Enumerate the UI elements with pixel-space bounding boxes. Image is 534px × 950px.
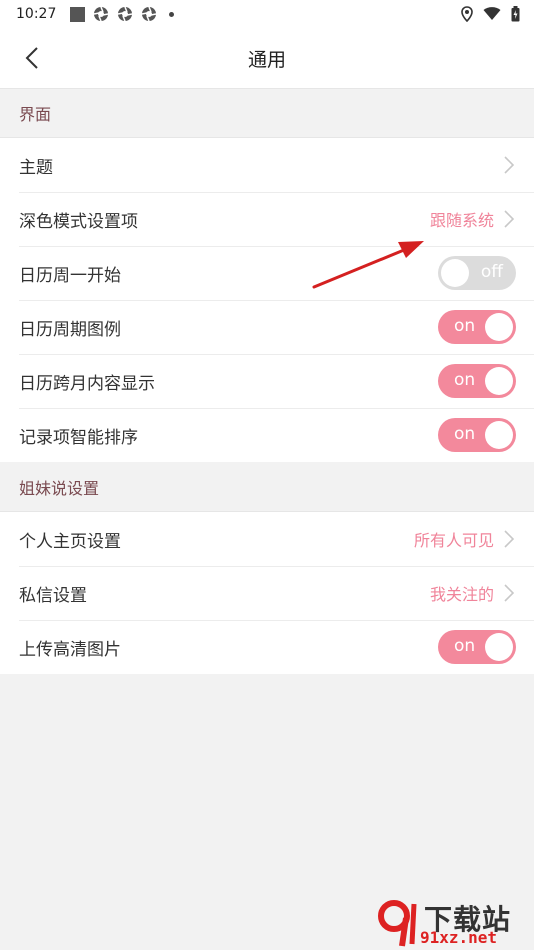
aperture-icon xyxy=(94,6,109,22)
toggle-state-text: off xyxy=(480,262,503,282)
toggle-knob xyxy=(485,313,513,341)
aperture-icon xyxy=(142,6,157,22)
row-label: 记录项智能排序 xyxy=(19,427,138,448)
settings-row-dark-mode[interactable]: 深色模式设置项 跟随系统 xyxy=(0,192,534,246)
settings-row-profile-page[interactable]: 个人主页设置 所有人可见 xyxy=(0,512,534,566)
wifi-icon xyxy=(483,7,501,21)
more-notifications-dot-icon xyxy=(169,11,175,17)
row-label: 日历周一开始 xyxy=(19,265,121,286)
settings-row-theme[interactable]: 主题 xyxy=(0,138,534,192)
chevron-left-icon xyxy=(25,47,38,69)
status-time: 10:27 xyxy=(16,6,57,22)
row-label: 个人主页设置 xyxy=(19,531,121,552)
watermark-91-icon xyxy=(378,900,417,947)
settings-row-cross-month-display: 日历跨月内容显示 on xyxy=(0,354,534,408)
toggle-knob xyxy=(485,367,513,395)
watermark-url: 91xz.net xyxy=(420,928,498,947)
toggle-switch[interactable]: on xyxy=(438,364,516,398)
toggle-state-text: on xyxy=(454,424,476,444)
app-header: 通用 xyxy=(0,28,534,88)
row-value: 我关注的 xyxy=(429,585,494,604)
settings-list-sisters: 个人主页设置 所有人可见 私信设置 我关注的 上传高清图片 on xyxy=(0,512,534,674)
toggle-switch[interactable]: off xyxy=(438,256,516,290)
settings-row-hd-upload: 上传高清图片 on xyxy=(0,620,534,674)
back-button[interactable] xyxy=(18,44,46,72)
toggle-knob xyxy=(485,421,513,449)
row-label: 日历周期图例 xyxy=(19,319,121,340)
settings-row-private-message[interactable]: 私信设置 我关注的 xyxy=(0,566,534,620)
chevron-right-icon xyxy=(504,530,515,548)
page-title: 通用 xyxy=(247,48,286,71)
toggle-switch[interactable]: on xyxy=(438,310,516,344)
settings-row-cycle-legend: 日历周期图例 on xyxy=(0,300,534,354)
row-label: 日历跨月内容显示 xyxy=(19,373,155,394)
row-value: 所有人可见 xyxy=(413,531,494,550)
toggle-knob xyxy=(441,259,469,287)
section-header-sisters: 姐妹说设置 xyxy=(0,462,534,512)
settings-row-week-start-monday: 日历周一开始 off xyxy=(0,246,534,300)
row-label: 上传高清图片 xyxy=(19,639,121,660)
row-label: 深色模式设置项 xyxy=(19,211,138,232)
toggle-switch[interactable]: on xyxy=(438,418,516,452)
toggle-switch[interactable]: on xyxy=(438,630,516,664)
toggle-knob xyxy=(485,633,513,661)
aperture-icon xyxy=(118,6,133,22)
toggle-state-text: on xyxy=(454,370,476,390)
location-icon xyxy=(461,6,473,22)
toggle-state-text: on xyxy=(454,636,476,656)
watermark-logo: 下载站 91xz.net xyxy=(376,898,526,948)
row-value: 跟随系统 xyxy=(429,211,494,230)
row-label: 私信设置 xyxy=(19,585,87,606)
battery-icon xyxy=(511,6,520,22)
settings-list-interface: 主题 深色模式设置项 跟随系统 日历周一开始 off 日历周期图例 on 日历跨… xyxy=(0,138,534,462)
toggle-state-text: on xyxy=(454,316,476,336)
notification-square-icon xyxy=(70,6,86,22)
row-label: 主题 xyxy=(19,157,53,178)
status-bar: 10:27 xyxy=(0,0,534,28)
chevron-right-icon xyxy=(504,584,515,602)
chevron-right-icon xyxy=(504,210,515,228)
section-header-interface: 界面 xyxy=(0,88,534,138)
chevron-right-icon xyxy=(504,156,515,174)
settings-row-smart-sort: 记录项智能排序 on xyxy=(0,408,534,462)
